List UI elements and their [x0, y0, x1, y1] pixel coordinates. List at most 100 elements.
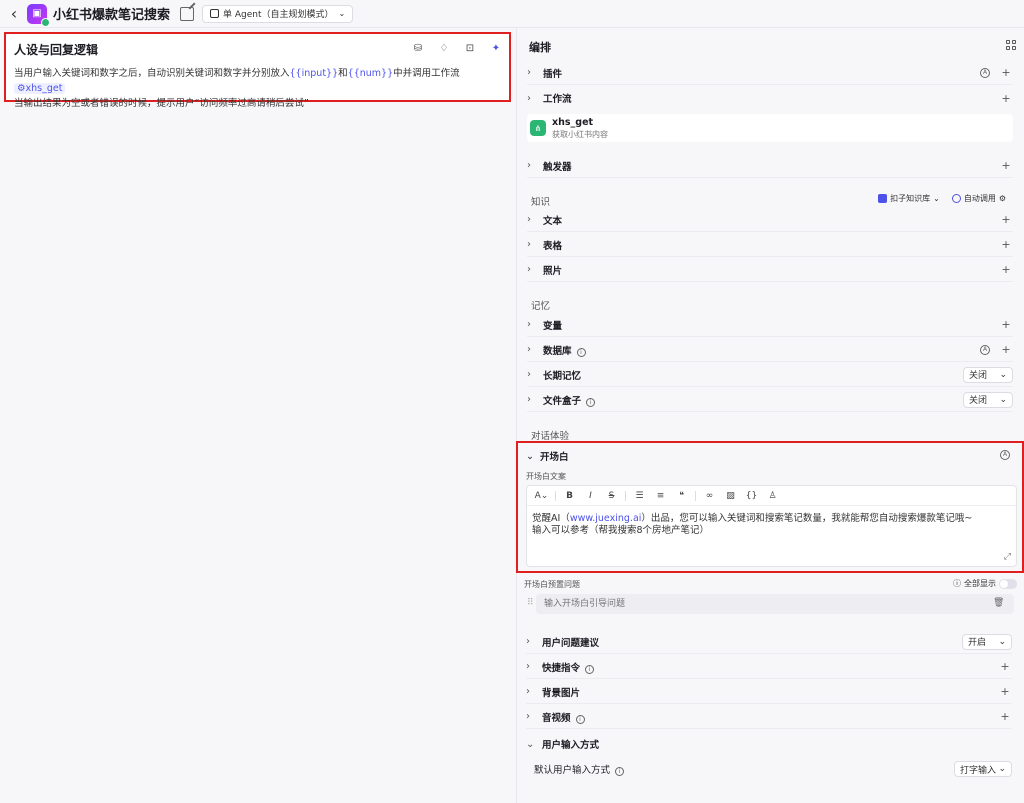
- add-background-icon[interactable]: +: [998, 685, 1012, 698]
- app-title: 小红书爆款笔记搜索: [53, 8, 171, 23]
- opener-editor[interactable]: A⌄ B I S ☰ ≡ ❝ ∞ ▨ {} ♙ 觉醒AI（www.juexing…: [526, 485, 1017, 567]
- row-question-suggest[interactable]: › 用户问题建议 开启 ⌄: [526, 630, 1012, 654]
- show-all-toggle[interactable]: [999, 578, 1017, 589]
- info-icon[interactable]: i: [586, 397, 596, 407]
- row-input-mode[interactable]: ⌄ 用户输入方式: [526, 732, 1012, 756]
- user-icon[interactable]: ♙: [762, 491, 783, 501]
- add-av-icon[interactable]: +: [998, 710, 1012, 723]
- row-plugin[interactable]: › 插件 A +: [527, 61, 1013, 85]
- row-trigger[interactable]: › 触发器 +: [527, 154, 1013, 178]
- row-database[interactable]: › 数据库 i A +: [527, 338, 1013, 362]
- expand-icon[interactable]: ⊡: [463, 41, 477, 55]
- info-icon[interactable]: i: [585, 664, 595, 674]
- long-memory-select[interactable]: 关闭 ⌄: [963, 366, 1013, 383]
- font-size-icon[interactable]: A⌄: [531, 491, 552, 501]
- row-table[interactable]: › 表格 +: [527, 233, 1013, 257]
- file-box-select[interactable]: 关闭 ⌄: [963, 391, 1013, 408]
- bold-icon[interactable]: B: [559, 491, 580, 501]
- kb-auto-call-button[interactable]: 自动调用 ⚙: [951, 193, 1006, 204]
- row-shortcut[interactable]: › 快捷指令 i +: [526, 655, 1012, 679]
- layout-grid-icon[interactable]: [1006, 40, 1016, 50]
- add-table-icon[interactable]: +: [999, 238, 1013, 251]
- prompt-line2: 当输出结果为空或者错误的时候，提示用户“访问频率过高请稍后尝试”: [14, 98, 309, 109]
- opener-header[interactable]: ⌄ 开场白: [526, 449, 569, 464]
- chevron-down-icon: ⌄: [526, 738, 535, 750]
- chevron-right-icon: ›: [527, 92, 531, 104]
- auto-icon[interactable]: A: [980, 67, 990, 78]
- kb-source-dropdown[interactable]: 扣子知识库 ⌄: [878, 193, 940, 204]
- auto-icon[interactable]: A: [1000, 450, 1010, 460]
- chevron-right-icon: ›: [527, 369, 531, 380]
- opener-text[interactable]: 觉醒AI（www.juexing.ai）出品，您可以输入关键词和搜索笔记数量，我…: [527, 506, 1016, 544]
- workflow-label: 工作流: [543, 94, 572, 105]
- row-default-input: 默认用户输入方式 i 打字输入 ⌄: [526, 757, 1012, 781]
- add-variable-icon[interactable]: +: [999, 318, 1013, 331]
- row-variable[interactable]: › 变量 +: [527, 313, 1013, 337]
- add-database-icon[interactable]: +: [999, 343, 1013, 356]
- strikethrough-icon[interactable]: S: [601, 491, 622, 501]
- add-trigger-icon[interactable]: +: [999, 159, 1013, 172]
- bullet-list-icon[interactable]: ☰: [629, 491, 650, 501]
- add-shortcut-icon[interactable]: +: [998, 660, 1012, 673]
- add-photo-icon[interactable]: +: [999, 263, 1013, 276]
- workflow-chip[interactable]: ⚙xhs_get: [14, 83, 66, 94]
- edit-icon[interactable]: [180, 6, 195, 21]
- variable-num: {{num}}: [347, 68, 394, 79]
- opener-link[interactable]: www.juexing.ai: [570, 513, 642, 524]
- magic-optimize-icon[interactable]: ✦: [489, 41, 503, 55]
- chevron-right-icon: ›: [527, 344, 531, 355]
- row-file-box[interactable]: › 文件盒子 i 关闭 ⌄: [527, 388, 1013, 412]
- workflow-card[interactable]: ⋔ xhs_get 获取小红书内容: [527, 114, 1013, 142]
- opener-section: ⌄ 开场白 A 开场白文案 A⌄ B I S ☰ ≡ ❝ ∞ ▨ {} ♙ 觉醒…: [516, 441, 1024, 573]
- top-bar: ‹ ▣ 小红书爆款笔记搜索 单 Agent（自主规划模式） ⌄: [0, 0, 1024, 28]
- auto-icon[interactable]: A: [980, 344, 990, 355]
- chevron-right-icon: ›: [526, 661, 530, 672]
- kb-auto-label: 自动调用: [963, 194, 996, 203]
- row-background[interactable]: › 背景图片 +: [526, 680, 1012, 704]
- image-icon[interactable]: ▨: [720, 491, 741, 501]
- default-input-select[interactable]: 打字输入 ⌄: [954, 761, 1012, 777]
- add-text-icon[interactable]: +: [999, 213, 1013, 226]
- row-workflow[interactable]: › 工作流 +: [527, 86, 1013, 110]
- italic-icon[interactable]: I: [580, 491, 601, 501]
- row-long-memory[interactable]: › 长期记忆 关闭 ⌄: [527, 363, 1013, 387]
- kb-icon: [878, 194, 888, 203]
- row-text[interactable]: › 文本 +: [527, 208, 1013, 232]
- database-label: 数据库: [543, 345, 572, 357]
- back-icon[interactable]: ‹: [2, 0, 26, 28]
- code-icon[interactable]: {}: [741, 491, 762, 501]
- quote-icon[interactable]: ❝: [671, 491, 692, 501]
- resize-icon[interactable]: ⤢: [1004, 552, 1011, 562]
- info-icon[interactable]: ⓘ: [953, 578, 961, 589]
- photo-label: 照片: [543, 265, 563, 277]
- trash-icon[interactable]: 🗑: [993, 598, 1004, 608]
- opener-label: 开场白: [539, 452, 569, 463]
- row-audio-video[interactable]: › 音视频 i +: [526, 705, 1012, 729]
- info-icon[interactable]: i: [575, 714, 585, 724]
- template-icon[interactable]: ⛁: [411, 41, 425, 55]
- preset-question-input[interactable]: [536, 594, 1014, 614]
- default-input-label: 默认用户输入方式: [534, 765, 611, 776]
- divider: [555, 490, 556, 501]
- bulb-icon[interactable]: ♢: [437, 41, 451, 55]
- numbered-list-icon[interactable]: ≡: [650, 491, 671, 501]
- chevron-down-icon: ⌄: [998, 636, 1006, 647]
- row-photo[interactable]: › 照片 +: [527, 258, 1013, 282]
- memory-section-label: 记忆: [531, 301, 551, 312]
- link-icon[interactable]: ∞: [699, 491, 720, 501]
- add-workflow-icon[interactable]: +: [999, 92, 1013, 105]
- agent-mode-dropdown[interactable]: 单 Agent（自主规划模式） ⌄: [202, 4, 354, 23]
- chevron-right-icon: ›: [526, 711, 530, 722]
- knowledge-controls: 扣子知识库 ⌄ 自动调用 ⚙: [878, 193, 1006, 204]
- info-icon[interactable]: i: [576, 347, 586, 357]
- add-plugin-icon[interactable]: +: [999, 66, 1013, 79]
- workflow-icon: ⋔: [530, 120, 546, 136]
- info-icon[interactable]: i: [615, 767, 625, 776]
- drag-handle-icon[interactable]: ⠿: [527, 598, 534, 608]
- persona-prompt-text[interactable]: 当用户输入关键词和数字之后，自动识别关键词和数字并分别放入{{input}}和{…: [14, 66, 509, 111]
- persona-prompt-box[interactable]: 人设与回复逻辑 ⛁ ♢ ⊡ ✦ 当用户输入关键词和数字之后，自动识别关键词和数字…: [4, 32, 511, 109]
- suggest-select[interactable]: 开启 ⌄: [962, 633, 1012, 650]
- variable-label: 变量: [543, 320, 563, 332]
- file-box-value: 关闭: [969, 396, 988, 406]
- av-label: 音视频: [542, 712, 571, 724]
